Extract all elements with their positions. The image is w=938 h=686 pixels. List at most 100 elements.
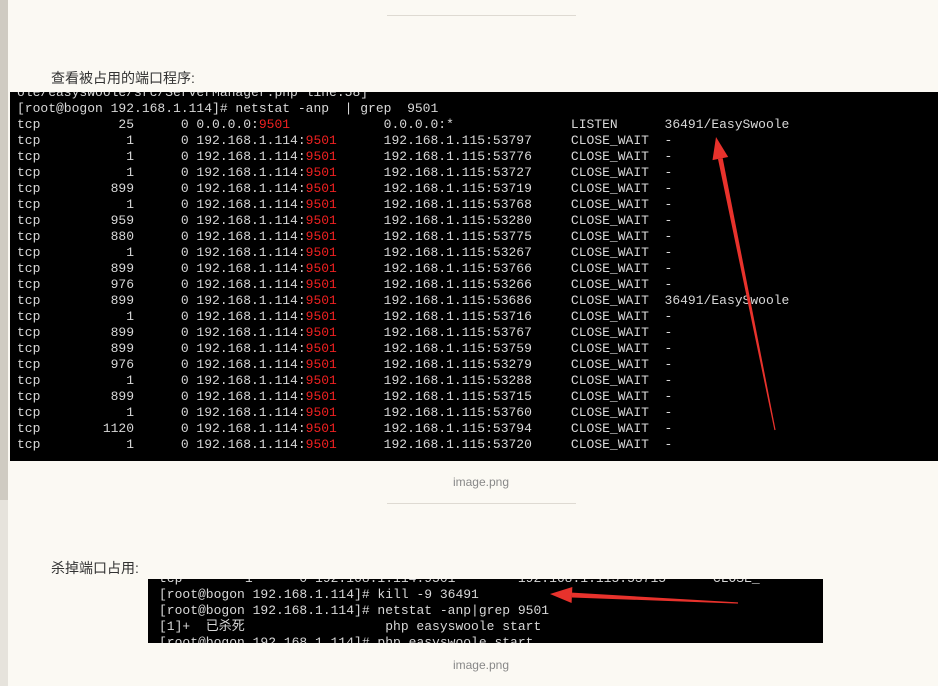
netstat-port: 9501 (305, 421, 337, 436)
terminal-line: [root@bogon 192.168.1.114]# php easyswoo… (159, 635, 760, 643)
terminal-text: [root@bogon 192.168.1.114]# netstat -anp… (17, 101, 439, 116)
netstat-foreign-state-pid: 192.168.1.115:53760 CLOSE_WAIT - (336, 405, 673, 420)
netstat-foreign-state-pid: 192.168.1.115:53797 CLOSE_WAIT - (336, 133, 673, 148)
top-divider (387, 15, 576, 16)
netstat-port: 9501 (305, 165, 337, 180)
netstat-port: 9501 (305, 357, 337, 372)
netstat-port: 9501 (305, 309, 337, 324)
netstat-port: 9501 (305, 213, 337, 228)
terminal-line: ole/easyswoole/src/ServerManager.php lin… (17, 92, 789, 101)
netstat-row: tcp 1 0 192.168.1.114:9501 192.168.1.115… (17, 197, 789, 213)
netstat-proto-local: tcp 1 0 192.168.1.114: (17, 437, 306, 452)
terminal-line: [1]+ 已杀死 php easyswoole start (159, 619, 760, 635)
netstat-row: tcp 899 0 192.168.1.114:9501 192.168.1.1… (17, 341, 789, 357)
netstat-row: tcp 899 0 192.168.1.114:9501 192.168.1.1… (17, 261, 789, 277)
section1-label: 查看被占用的端口程序: (51, 70, 195, 86)
netstat-foreign-state-pid: 192.168.1.115:53719 CLOSE_WAIT - (336, 181, 673, 196)
netstat-row: tcp 1 0 192.168.1.114:9501 192.168.1.115… (17, 437, 789, 453)
netstat-row: tcp 880 0 192.168.1.114:9501 192.168.1.1… (17, 229, 789, 245)
netstat-proto-local: tcp 899 0 192.168.1.114: (17, 261, 306, 276)
netstat-port: 9501 (258, 117, 291, 132)
netstat-row: tcp 1120 0 192.168.1.114:9501 192.168.1.… (17, 421, 789, 437)
netstat-foreign-state-pid: 192.168.1.115:53288 CLOSE_WAIT - (336, 373, 673, 388)
netstat-port: 9501 (305, 341, 337, 356)
netstat-port: 9501 (305, 389, 337, 404)
netstat-foreign-state-pid: 192.168.1.115:53267 CLOSE_WAIT - (336, 245, 673, 260)
netstat-proto-local: tcp 1 0 192.168.1.114: (17, 309, 306, 324)
netstat-proto-local: tcp 1 0 192.168.1.114: (17, 245, 306, 260)
netstat-terminal-screenshot: ole/easyswoole/src/ServerManager.php lin… (10, 92, 938, 461)
netstat-row: tcp 899 0 192.168.1.114:9501 192.168.1.1… (17, 293, 789, 309)
terminal-text: [root@bogon 192.168.1.114]# php easyswoo… (159, 635, 534, 643)
netstat-foreign-state-pid: 192.168.1.115:53794 CLOSE_WAIT - (336, 421, 673, 436)
terminal-line: [root@bogon 192.168.1.114]# kill -9 3649… (159, 587, 760, 603)
terminal-text: [root@bogon 192.168.1.114]# kill -9 3649… (159, 587, 479, 602)
caption-divider (387, 503, 576, 504)
netstat-foreign-state-pid: 192.168.1.115:53716 CLOSE_WAIT - (336, 309, 673, 324)
netstat-row: tcp 1 0 192.168.1.114:9501 192.168.1.115… (17, 149, 789, 165)
kill-terminal-screenshot: tcp 1 0 192.168.1.114:9501 192.168.1.115… (148, 579, 823, 643)
terminal-line: [root@bogon 192.168.1.114]# netstat -anp… (159, 603, 760, 619)
netstat-proto-local: tcp 976 0 192.168.1.114: (17, 277, 306, 292)
netstat-port: 9501 (305, 373, 337, 388)
image-caption: image.png (452, 475, 510, 489)
netstat-proto-local: tcp 959 0 192.168.1.114: (17, 213, 306, 228)
terminal-prompt-line: [root@bogon 192.168.1.114]# netstat -anp… (17, 101, 789, 117)
netstat-port: 9501 (305, 245, 337, 260)
netstat-proto-local: tcp 25 0 0.0.0.0: (17, 117, 259, 132)
netstat-foreign-state-pid: 192.168.1.115:53766 CLOSE_WAIT - (336, 261, 673, 276)
netstat-proto-local: tcp 899 0 192.168.1.114: (17, 389, 306, 404)
netstat-proto-local: tcp 899 0 192.168.1.114: (17, 341, 306, 356)
netstat-foreign-state-pid: 192.168.1.115:53715 CLOSE_WAIT - (336, 389, 673, 404)
netstat-proto-local: tcp 1 0 192.168.1.114: (17, 133, 306, 148)
netstat-port: 9501 (305, 405, 337, 420)
terminal-output: tcp 1 0 192.168.1.114:9501 192.168.1.115… (159, 579, 760, 643)
netstat-proto-local: tcp 1 0 192.168.1.114: (17, 165, 306, 180)
netstat-port: 9501 (305, 277, 337, 292)
netstat-port: 9501 (305, 133, 337, 148)
netstat-port: 9501 (305, 197, 337, 212)
netstat-row: tcp 959 0 192.168.1.114:9501 192.168.1.1… (17, 213, 789, 229)
netstat-row: tcp 899 0 192.168.1.114:9501 192.168.1.1… (17, 389, 789, 405)
netstat-proto-local: tcp 1120 0 192.168.1.114: (17, 421, 306, 436)
netstat-port: 9501 (305, 181, 337, 196)
netstat-proto-local: tcp 899 0 192.168.1.114: (17, 325, 306, 340)
section2-label: 杀掉端口占用: (51, 560, 139, 576)
netstat-row: tcp 976 0 192.168.1.114:9501 192.168.1.1… (17, 357, 789, 373)
netstat-row: tcp 1 0 192.168.1.114:9501 192.168.1.115… (17, 405, 789, 421)
netstat-proto-local: tcp 1 0 192.168.1.114: (17, 405, 306, 420)
netstat-row: tcp 1 0 192.168.1.114:9501 192.168.1.115… (17, 165, 789, 181)
terminal-text: tcp 1 0 192.168.1.114:9501 192.168.1.115… (159, 579, 760, 586)
terminal-line: tcp 1 0 192.168.1.114:9501 192.168.1.115… (159, 579, 760, 587)
netstat-proto-local: tcp 899 0 192.168.1.114: (17, 181, 306, 196)
image-caption: image.png (452, 658, 510, 672)
terminal-text: [1]+ 已杀死 php easyswoole start (159, 619, 542, 634)
netstat-row: tcp 976 0 192.168.1.114:9501 192.168.1.1… (17, 277, 789, 293)
scrollbar-thumb[interactable] (0, 0, 8, 500)
netstat-foreign-state-pid: 192.168.1.115:53280 CLOSE_WAIT - (336, 213, 673, 228)
netstat-proto-local: tcp 1 0 192.168.1.114: (17, 197, 306, 212)
terminal-text: ole/easyswoole/src/ServerManager.php lin… (17, 92, 369, 100)
netstat-row: tcp 1 0 192.168.1.114:9501 192.168.1.115… (17, 245, 789, 261)
netstat-port: 9501 (305, 261, 337, 276)
netstat-row: tcp 899 0 192.168.1.114:9501 192.168.1.1… (17, 325, 789, 341)
netstat-row: tcp 1 0 192.168.1.114:9501 192.168.1.115… (17, 133, 789, 149)
netstat-foreign-state-pid: 192.168.1.115:53759 CLOSE_WAIT - (336, 341, 673, 356)
terminal-output: ole/easyswoole/src/ServerManager.php lin… (17, 92, 789, 453)
netstat-row: tcp 25 0 0.0.0.0:9501 0.0.0.0:* LISTEN 3… (17, 117, 789, 133)
netstat-proto-local: tcp 880 0 192.168.1.114: (17, 229, 306, 244)
netstat-port: 9501 (305, 229, 337, 244)
netstat-foreign-state-pid: 192.168.1.115:53776 CLOSE_WAIT - (336, 149, 673, 164)
page-scrollbar[interactable] (0, 0, 8, 686)
netstat-foreign-state-pid: 192.168.1.115:53768 CLOSE_WAIT - (336, 197, 673, 212)
netstat-row: tcp 1 0 192.168.1.114:9501 192.168.1.115… (17, 309, 789, 325)
netstat-foreign-state-pid: 0.0.0.0:* LISTEN 36491/EasySwoole (290, 117, 790, 132)
netstat-foreign-state-pid: 192.168.1.115:53767 CLOSE_WAIT - (336, 325, 673, 340)
netstat-proto-local: tcp 1 0 192.168.1.114: (17, 373, 306, 388)
netstat-port: 9501 (305, 325, 337, 340)
netstat-foreign-state-pid: 192.168.1.115:53775 CLOSE_WAIT - (336, 229, 673, 244)
netstat-proto-local: tcp 976 0 192.168.1.114: (17, 357, 306, 372)
netstat-foreign-state-pid: 192.168.1.115:53279 CLOSE_WAIT - (336, 357, 673, 372)
netstat-port: 9501 (305, 437, 337, 452)
netstat-row: tcp 1 0 192.168.1.114:9501 192.168.1.115… (17, 373, 789, 389)
